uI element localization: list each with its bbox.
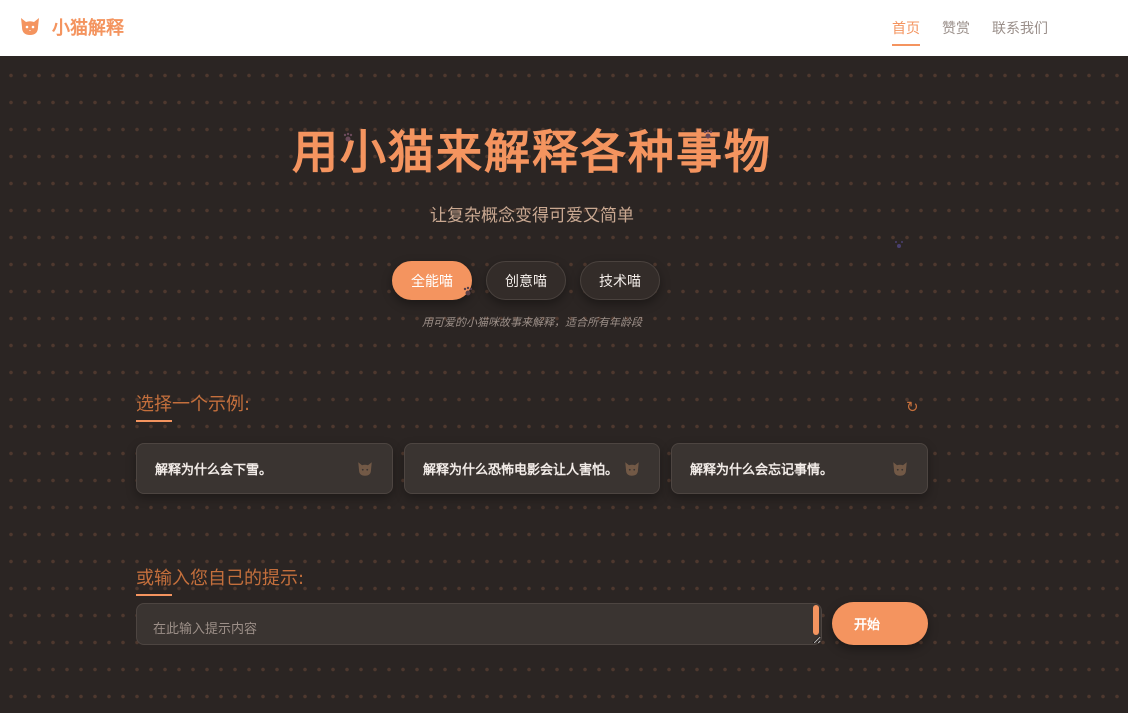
nav-link-contact[interactable]: 联系我们	[992, 18, 1048, 46]
heading-underline	[136, 420, 172, 422]
paw-print-icon	[703, 129, 713, 139]
cat-face-icon	[358, 461, 372, 476]
example-text: 解释为什么恐怖电影会让人害怕。	[423, 463, 619, 478]
mode-button-technical[interactable]: 技术喵	[580, 261, 660, 300]
main-content: 用小猫来解释各种事物 让复杂概念变得可爱又简单 全能喵 创意喵 技术喵 用可爱的…	[0, 56, 1128, 713]
prompt-input[interactable]	[137, 604, 821, 644]
prompt-input-container	[136, 603, 822, 645]
start-button[interactable]: 开始	[832, 602, 928, 645]
example-text: 解释为什么会忘记事情。	[690, 463, 834, 478]
mode-button-creative[interactable]: 创意喵	[486, 261, 566, 300]
example-list: 解释为什么会下雪。 解释为什么恐怖电影会让人害怕。 解释为什么会忘记事情。	[136, 443, 928, 494]
cat-logo-icon	[21, 18, 39, 35]
nav-links: 首页 赞赏 联系我们	[892, 18, 1048, 46]
example-card[interactable]: 解释为什么会忘记事情。	[671, 443, 928, 494]
paw-print-icon	[343, 132, 353, 142]
cat-face-icon	[625, 461, 639, 476]
paw-print-icon	[895, 241, 903, 248]
mode-description: 用可爱的小猫咪故事来解释，适合所有年龄段	[422, 316, 642, 329]
nav-link-home[interactable]: 首页	[892, 18, 920, 46]
examples-heading: 选择一个示例:	[136, 390, 250, 422]
top-navbar: 小猫解释 首页 赞赏 联系我们	[0, 0, 1128, 56]
cat-face-icon	[893, 461, 907, 476]
page-subtitle: 让复杂概念变得可爱又简单	[430, 206, 634, 226]
example-card[interactable]: 解释为什么会下雪。	[136, 443, 393, 494]
prompt-heading-text: 或输入您自己的提示:	[136, 568, 305, 589]
prompt-heading: 或输入您自己的提示:	[136, 564, 304, 596]
brand[interactable]: 小猫解释	[18, 14, 124, 40]
paw-print-icon	[463, 286, 473, 296]
nav-link-donate[interactable]: 赞赏	[942, 18, 970, 46]
refresh-icon[interactable]: ↻	[906, 399, 922, 415]
examples-heading-text: 选择一个示例:	[136, 394, 251, 415]
brand-name: 小猫解释	[52, 18, 124, 39]
mode-selector: 全能喵 创意喵 技术喵	[392, 261, 660, 300]
example-text: 解释为什么会下雪。	[155, 463, 273, 478]
heading-underline	[136, 594, 172, 596]
example-card[interactable]: 解释为什么恐怖电影会让人害怕。	[404, 443, 660, 494]
page-title: 用小猫来解释各种事物	[292, 125, 772, 179]
mode-button-all-round[interactable]: 全能喵	[392, 261, 472, 300]
scrollbar-thumb[interactable]	[813, 605, 819, 635]
